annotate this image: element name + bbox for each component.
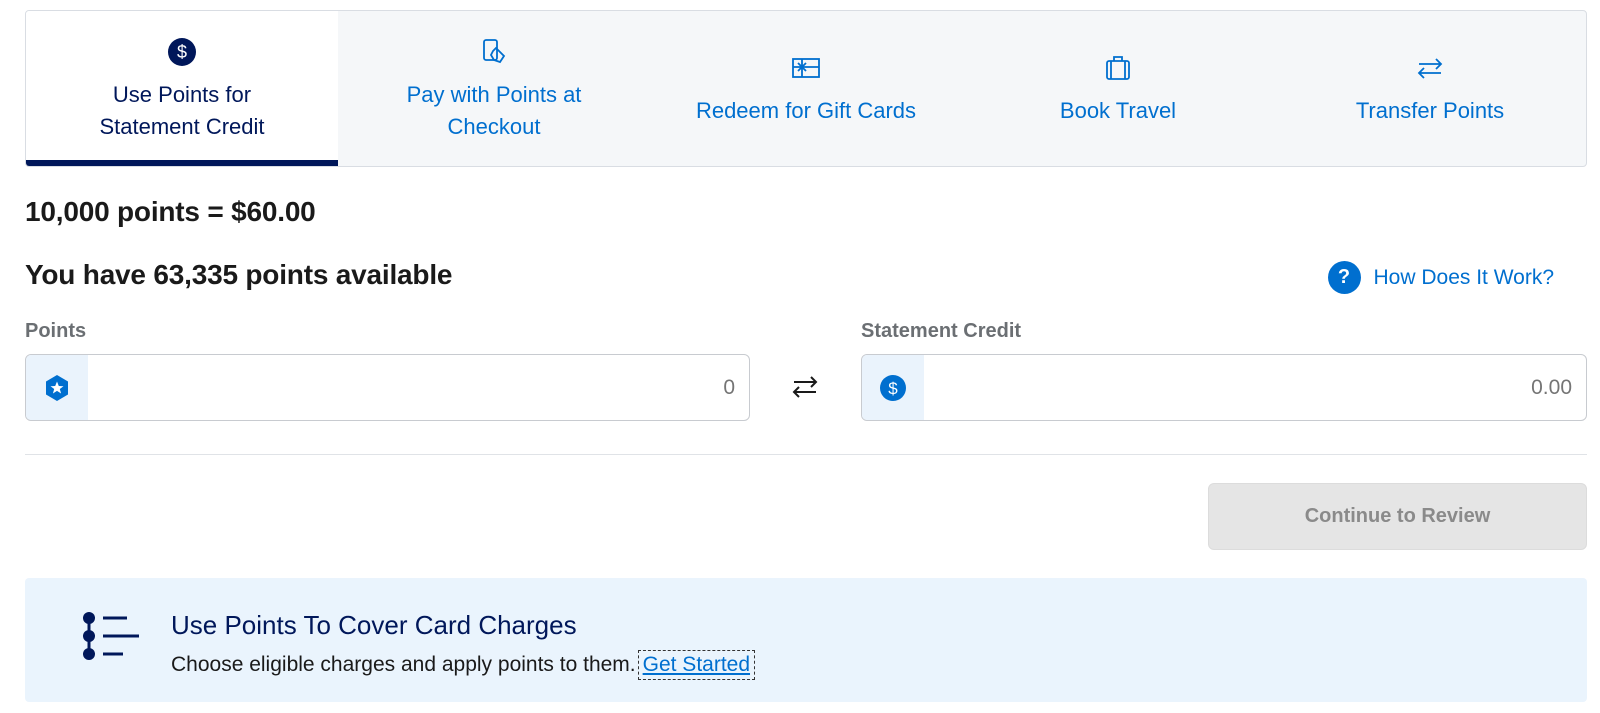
redemption-tabs: $ Use Points for Statement Credit Pay wi… bbox=[25, 10, 1587, 167]
tab-label: Pay with Points at Checkout bbox=[406, 81, 582, 139]
divider bbox=[25, 454, 1587, 455]
tab-transfer-points[interactable]: Transfer Points bbox=[1274, 11, 1586, 166]
list-icon bbox=[83, 612, 139, 660]
points-available: You have 63,335 points available bbox=[25, 259, 453, 290]
phone-tap-icon bbox=[477, 35, 511, 69]
dollar-circle-icon: $ bbox=[165, 35, 199, 69]
svg-text:$: $ bbox=[177, 42, 187, 62]
swap-icon[interactable] bbox=[790, 372, 820, 402]
get-started-link[interactable]: Get Started bbox=[637, 650, 756, 680]
statement-credit-field: $ bbox=[861, 354, 1587, 421]
svg-text:$: $ bbox=[888, 379, 898, 398]
points-field bbox=[25, 354, 750, 421]
tab-pay-with-points[interactable]: Pay with Points at Checkout bbox=[338, 11, 650, 166]
gift-card-icon bbox=[789, 51, 823, 85]
suitcase-icon bbox=[1101, 51, 1135, 85]
tab-gift-cards[interactable]: Redeem for Gift Cards bbox=[650, 11, 962, 166]
points-label: Points bbox=[25, 320, 87, 342]
points-input[interactable] bbox=[88, 355, 749, 420]
transfer-arrows-icon bbox=[1413, 51, 1447, 85]
promo-description: Choose eligible charges and apply points… bbox=[171, 653, 636, 676]
tab-label: Transfer Points bbox=[1355, 97, 1505, 123]
conversion-rate: 10,000 points = $60.00 bbox=[25, 196, 316, 227]
continue-to-review-button[interactable]: Continue to Review bbox=[1208, 483, 1587, 550]
tab-label: Book Travel bbox=[1059, 97, 1177, 123]
dollar-icon: $ bbox=[862, 355, 924, 420]
tab-statement-credit[interactable]: $ Use Points for Statement Credit bbox=[26, 11, 338, 166]
tab-book-travel[interactable]: Book Travel bbox=[962, 11, 1274, 166]
tab-label: Redeem for Gift Cards bbox=[695, 97, 917, 123]
tab-label: Use Points for Statement Credit bbox=[99, 81, 265, 139]
how-does-it-work-link[interactable]: ? How Does It Work? bbox=[1327, 261, 1555, 294]
statement-credit-input[interactable] bbox=[924, 355, 1586, 420]
help-icon: ? bbox=[1327, 261, 1361, 294]
promo-text-row: Choose eligible charges and apply points… bbox=[171, 650, 756, 680]
promo-banner: Use Points To Cover Card Charges Choose … bbox=[25, 578, 1587, 702]
points-star-icon bbox=[26, 355, 88, 420]
promo-title: Use Points To Cover Card Charges bbox=[171, 610, 577, 640]
how-does-it-work-label: How Does It Work? bbox=[1373, 265, 1555, 289]
statement-credit-label: Statement Credit bbox=[861, 320, 1022, 342]
